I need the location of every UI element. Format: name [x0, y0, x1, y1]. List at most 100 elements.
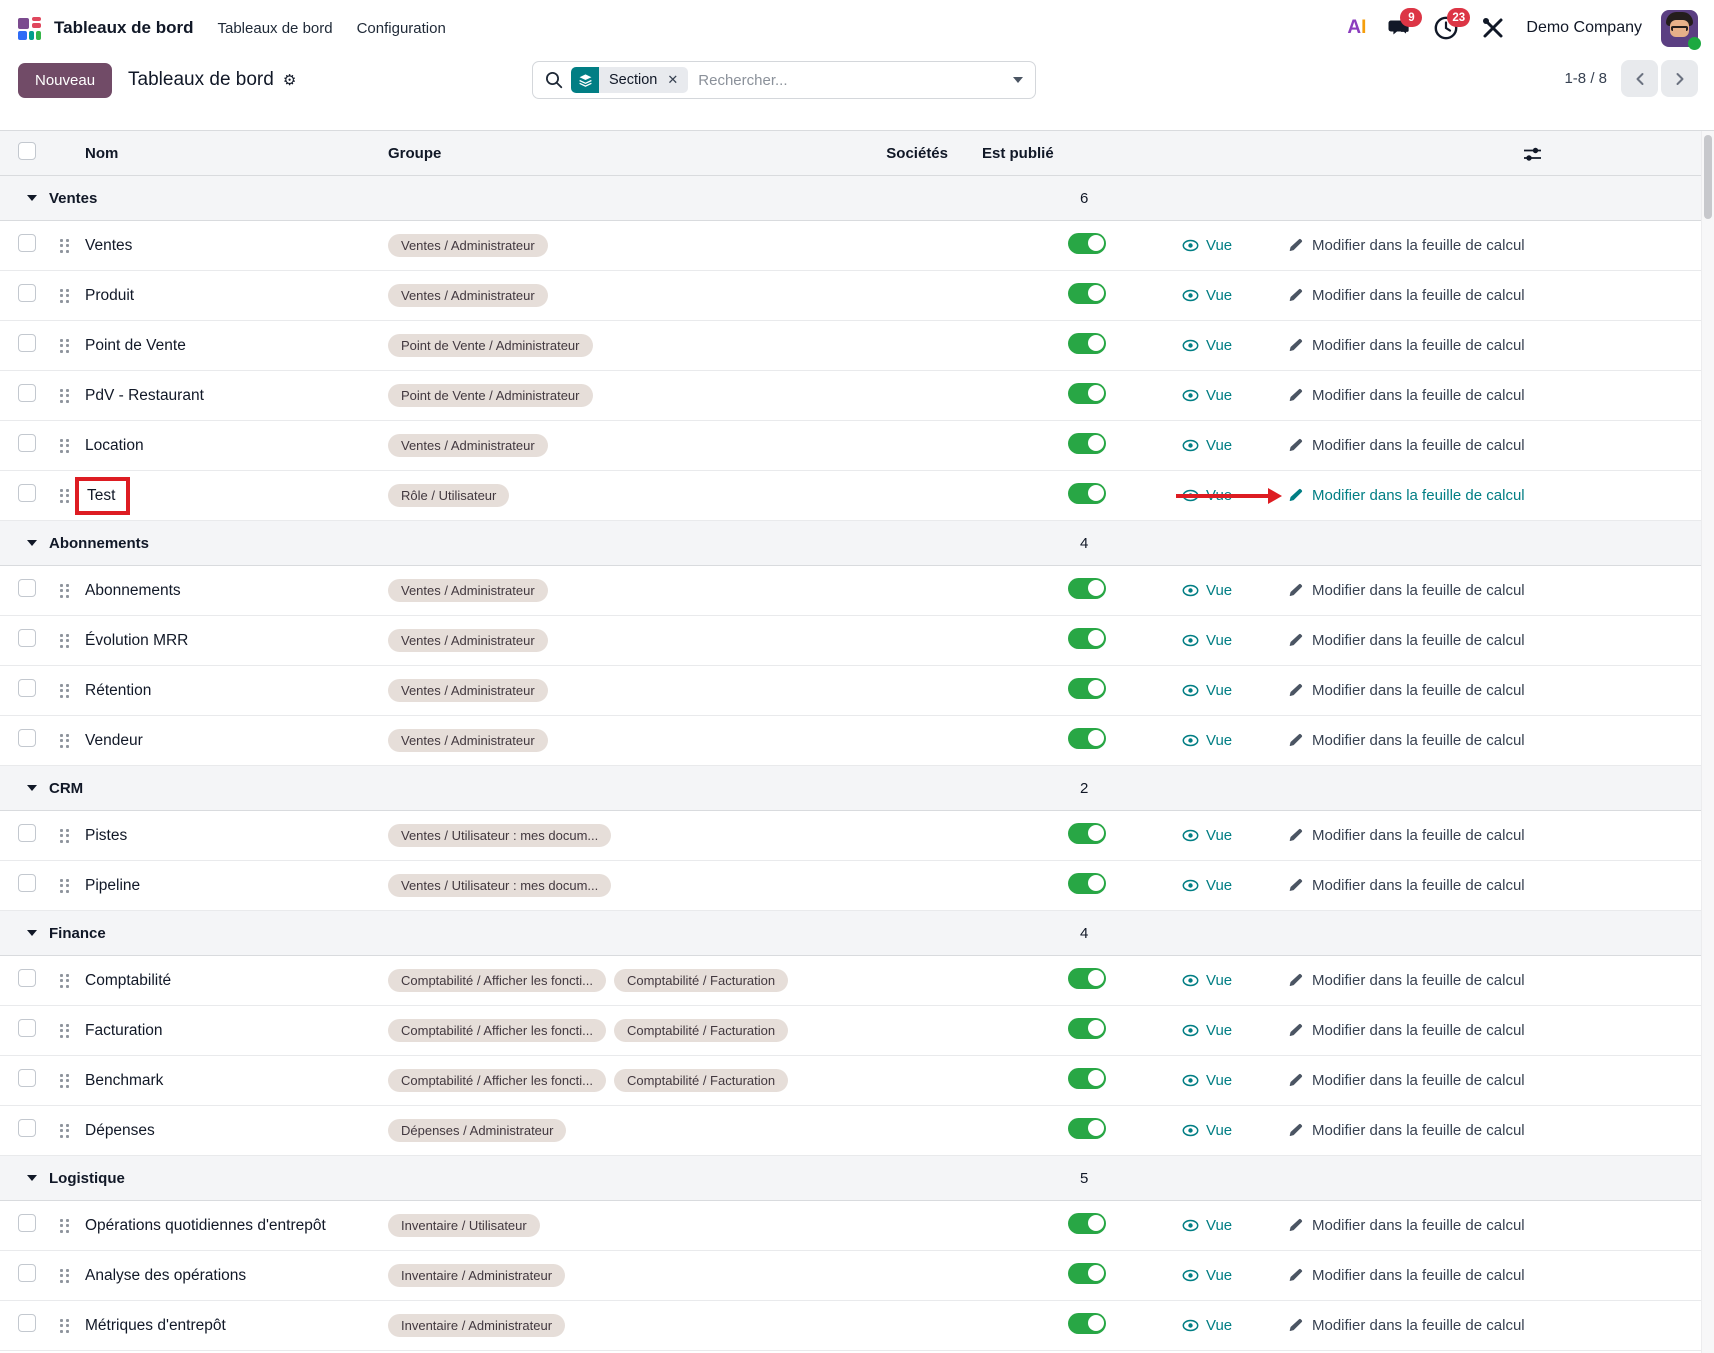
view-button[interactable]: Vue: [1182, 582, 1278, 599]
published-toggle[interactable]: [1068, 283, 1106, 304]
row-checkbox[interactable]: [18, 729, 36, 747]
published-toggle[interactable]: [1068, 1263, 1106, 1284]
pager-next-button[interactable]: [1661, 60, 1698, 97]
view-button[interactable]: Vue: [1182, 972, 1278, 989]
column-header-societes[interactable]: Sociétés: [870, 145, 948, 162]
activities-clock-icon[interactable]: 23: [1432, 14, 1460, 42]
drag-handle[interactable]: [40, 439, 76, 453]
published-toggle[interactable]: [1068, 333, 1106, 354]
drag-handle[interactable]: [40, 684, 76, 698]
edit-in-spreadsheet-button[interactable]: Modifier dans la feuille de calcul: [1288, 437, 1525, 454]
published-toggle[interactable]: [1068, 1018, 1106, 1039]
optional-columns-icon[interactable]: [1523, 146, 1542, 167]
view-button[interactable]: Vue: [1182, 487, 1278, 504]
edit-in-spreadsheet-button[interactable]: Modifier dans la feuille de calcul: [1288, 972, 1525, 989]
edit-in-spreadsheet-button[interactable]: Modifier dans la feuille de calcul: [1288, 387, 1525, 404]
tools-icon[interactable]: [1479, 14, 1507, 42]
view-button[interactable]: Vue: [1182, 237, 1278, 254]
dashboard-name[interactable]: Facturation: [85, 1022, 163, 1039]
drag-handle[interactable]: [40, 584, 76, 598]
row-checkbox[interactable]: [18, 1119, 36, 1137]
app-name[interactable]: Tableaux de bord: [54, 18, 194, 38]
drag-handle[interactable]: [40, 829, 76, 843]
row-checkbox[interactable]: [18, 384, 36, 402]
drag-handle[interactable]: [40, 634, 76, 648]
edit-in-spreadsheet-button[interactable]: Modifier dans la feuille de calcul: [1288, 1217, 1525, 1234]
column-header-nom[interactable]: Nom: [76, 145, 388, 162]
edit-in-spreadsheet-button[interactable]: Modifier dans la feuille de calcul: [1288, 827, 1525, 844]
published-toggle[interactable]: [1068, 1118, 1106, 1139]
dashboard-name[interactable]: Vendeur: [85, 732, 143, 749]
edit-in-spreadsheet-button[interactable]: Modifier dans la feuille de calcul: [1288, 1022, 1525, 1039]
row-checkbox[interactable]: [18, 969, 36, 987]
view-button[interactable]: Vue: [1182, 827, 1278, 844]
published-toggle[interactable]: [1068, 823, 1106, 844]
view-button[interactable]: Vue: [1182, 1022, 1278, 1039]
view-button[interactable]: Vue: [1182, 1217, 1278, 1234]
dashboard-name[interactable]: Abonnements: [85, 582, 181, 599]
drag-handle[interactable]: [40, 1074, 76, 1088]
view-button[interactable]: Vue: [1182, 1267, 1278, 1284]
row-checkbox[interactable]: [18, 579, 36, 597]
drag-handle[interactable]: [40, 734, 76, 748]
menu-tableaux-de-bord[interactable]: Tableaux de bord: [218, 20, 333, 37]
menu-configuration[interactable]: Configuration: [357, 20, 446, 37]
group-header-row[interactable]: Finance 4: [0, 911, 1714, 956]
published-toggle[interactable]: [1068, 873, 1106, 894]
edit-in-spreadsheet-button[interactable]: Modifier dans la feuille de calcul: [1288, 1317, 1525, 1334]
dashboard-name[interactable]: Dépenses: [85, 1122, 155, 1139]
edit-in-spreadsheet-button[interactable]: Modifier dans la feuille de calcul: [1288, 1122, 1525, 1139]
dashboard-name[interactable]: Opérations quotidiennes d'entrepôt: [85, 1217, 326, 1234]
breadcrumb-title[interactable]: Tableaux de bord: [128, 69, 274, 91]
published-toggle[interactable]: [1068, 728, 1106, 749]
drag-handle[interactable]: [40, 1124, 76, 1138]
dashboard-name[interactable]: Métriques d'entrepôt: [85, 1317, 226, 1334]
row-checkbox[interactable]: [18, 434, 36, 452]
row-checkbox[interactable]: [18, 874, 36, 892]
drag-handle[interactable]: [40, 239, 76, 253]
dashboard-name[interactable]: PdV - Restaurant: [85, 387, 204, 404]
dashboard-name[interactable]: Benchmark: [85, 1072, 163, 1089]
view-button[interactable]: Vue: [1182, 632, 1278, 649]
search-dropdown-toggle[interactable]: [1001, 62, 1035, 98]
row-checkbox[interactable]: [18, 334, 36, 352]
view-button[interactable]: Vue: [1182, 1317, 1278, 1334]
published-toggle[interactable]: [1068, 383, 1106, 404]
row-checkbox[interactable]: [18, 824, 36, 842]
drag-handle[interactable]: [40, 339, 76, 353]
search-facet-section[interactable]: Section ✕: [571, 67, 688, 93]
row-checkbox[interactable]: [18, 1019, 36, 1037]
view-button[interactable]: Vue: [1182, 387, 1278, 404]
published-toggle[interactable]: [1068, 233, 1106, 254]
dashboard-name[interactable]: Produit: [85, 287, 134, 304]
row-checkbox[interactable]: [18, 284, 36, 302]
messages-icon[interactable]: 9: [1385, 14, 1413, 42]
drag-handle[interactable]: [40, 974, 76, 988]
ai-icon[interactable]: AI: [1347, 17, 1366, 39]
view-button[interactable]: Vue: [1182, 682, 1278, 699]
drag-handle[interactable]: [40, 879, 76, 893]
search-input[interactable]: [688, 72, 1001, 89]
published-toggle[interactable]: [1068, 678, 1106, 699]
row-checkbox[interactable]: [18, 234, 36, 252]
dashboard-name[interactable]: Pistes: [85, 827, 127, 844]
dashboard-name[interactable]: Comptabilité: [85, 972, 171, 989]
published-toggle[interactable]: [1068, 578, 1106, 599]
dashboard-name[interactable]: Analyse des opérations: [85, 1267, 246, 1284]
row-checkbox[interactable]: [18, 1264, 36, 1282]
view-button[interactable]: Vue: [1182, 732, 1278, 749]
pager-previous-button[interactable]: [1621, 60, 1658, 97]
drag-handle[interactable]: [40, 489, 76, 503]
drag-handle[interactable]: [40, 1319, 76, 1333]
group-header-row[interactable]: CRM 2: [0, 766, 1714, 811]
group-header-row[interactable]: Logistique 5: [0, 1156, 1714, 1201]
group-header-row[interactable]: Abonnements 4: [0, 521, 1714, 566]
published-toggle[interactable]: [1068, 1068, 1106, 1089]
new-button[interactable]: Nouveau: [18, 63, 112, 98]
edit-in-spreadsheet-button[interactable]: Modifier dans la feuille de calcul: [1288, 682, 1525, 699]
column-header-groupe[interactable]: Groupe: [388, 145, 870, 162]
dashboard-name[interactable]: Évolution MRR: [85, 632, 188, 649]
apps-grid-icon[interactable]: [18, 17, 41, 40]
dashboard-name[interactable]: Rétention: [85, 682, 151, 699]
view-button[interactable]: Vue: [1182, 287, 1278, 304]
